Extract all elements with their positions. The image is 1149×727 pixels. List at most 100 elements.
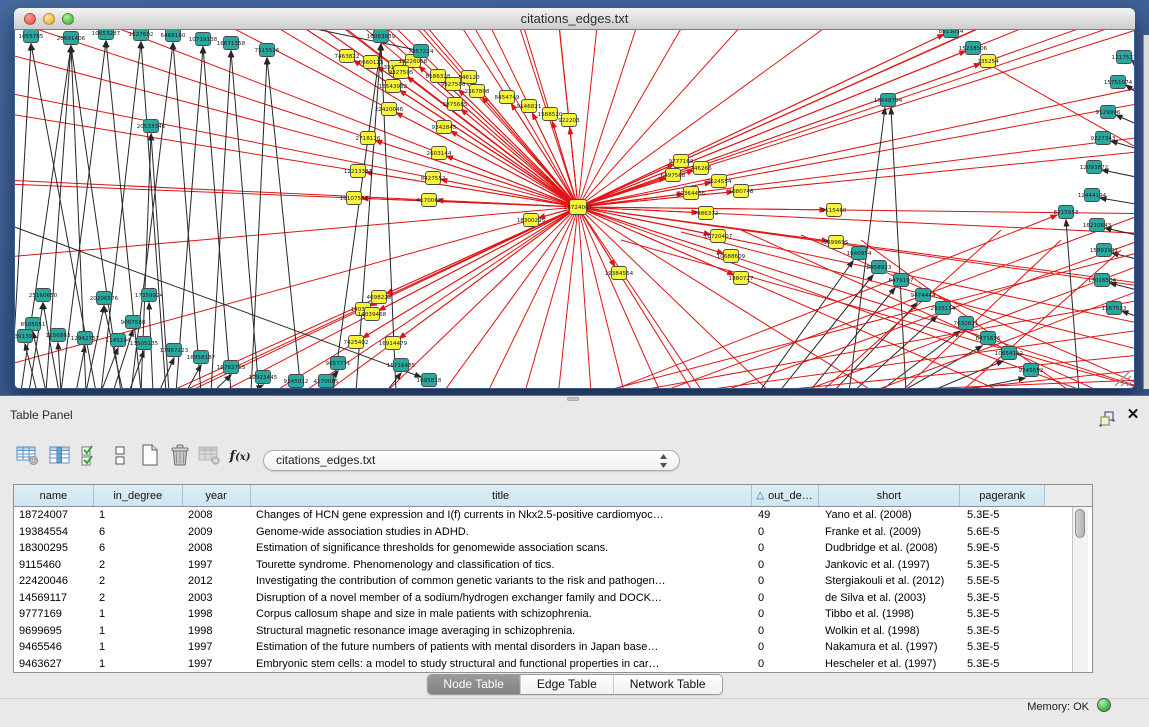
table-cell[interactable]: 2: [94, 590, 183, 607]
graph-edge[interactable]: [15, 30, 578, 207]
graph-edge[interactable]: [15, 172, 578, 207]
graph-edge[interactable]: [211, 51, 231, 388]
table-row[interactable]: 946554611997Estimation of the future num…: [14, 639, 1092, 656]
table-cell[interactable]: 9465546: [14, 639, 94, 656]
table-cell[interactable]: 5.3E-5: [962, 507, 1047, 524]
table-row[interactable]: 1456911722003Disruption of a novel membe…: [14, 590, 1092, 607]
table-row[interactable]: 1872400712008Changes of HCN gene express…: [14, 507, 1092, 524]
window-titlebar[interactable]: citations_edges.txt: [14, 8, 1135, 30]
table-cell[interactable]: Wolkin et al. (1998): [820, 623, 962, 640]
graph-edge[interactable]: [1066, 220, 1079, 388]
tab-node-table[interactable]: Node Table: [427, 675, 521, 694]
table-cell[interactable]: 0: [753, 623, 820, 640]
table-cell[interactable]: 1: [94, 507, 183, 524]
table-cell[interactable]: 5.9E-5: [962, 540, 1047, 557]
graph-edge[interactable]: [442, 207, 578, 388]
graph-edge[interactable]: [871, 290, 1134, 388]
graph-edge[interactable]: [15, 30, 578, 207]
graph-edge[interactable]: [578, 51, 966, 207]
graph-edge[interactable]: [399, 207, 578, 338]
graph-edge[interactable]: [578, 119, 1134, 207]
table-cell[interactable]: 0: [753, 573, 820, 590]
table-cell[interactable]: Genome-wide association studies in ADHD.: [251, 524, 753, 541]
table-row[interactable]: 2242004622012Investigating the contribut…: [14, 573, 1092, 590]
graph-edge[interactable]: [1111, 141, 1134, 150]
graph-edge[interactable]: [578, 207, 892, 388]
column-header-name[interactable]: name: [14, 485, 94, 506]
table-cell[interactable]: Investigating the contribution of common…: [251, 573, 753, 590]
graph-edge[interactable]: [578, 34, 944, 207]
graph-edge[interactable]: [901, 346, 982, 388]
table-cell[interactable]: 5.3E-5: [962, 557, 1047, 574]
table-cell[interactable]: 22420046: [14, 573, 94, 590]
graph-edge[interactable]: [15, 30, 578, 207]
graph-edge[interactable]: [251, 385, 263, 388]
table-cell[interactable]: Changes of HCN gene expression and I(f) …: [251, 507, 753, 524]
table-cell[interactable]: 18724007: [14, 507, 94, 524]
table-cell[interactable]: Yano et al. (2008): [820, 507, 962, 524]
table-cell[interactable]: 1: [94, 656, 183, 673]
graph-edge[interactable]: [15, 30, 578, 207]
table-cell[interactable]: 1997: [183, 656, 251, 673]
graph-edge[interactable]: [578, 207, 710, 234]
table-cell[interactable]: 5.3E-5: [962, 606, 1047, 623]
graph-edge[interactable]: [1102, 170, 1134, 178]
graph-edge[interactable]: [15, 30, 578, 207]
graph-edge[interactable]: [15, 30, 578, 207]
graph-edge[interactable]: [76, 346, 85, 388]
table-row[interactable]: 977716911998Corpus callosum shape and si…: [14, 606, 1092, 623]
table-cell[interactable]: 1: [94, 639, 183, 656]
table-cell[interactable]: 5.6E-5: [962, 524, 1047, 541]
graph-edge[interactable]: [33, 332, 46, 388]
table-cell[interactable]: 6: [94, 524, 183, 541]
table-cell[interactable]: 14569117: [14, 590, 94, 607]
graph-edge[interactable]: [1116, 115, 1134, 126]
graph-edge[interactable]: [379, 207, 578, 310]
table-cell[interactable]: 9463627: [14, 656, 94, 673]
table-cell[interactable]: 9777169: [14, 606, 94, 623]
table-cell[interactable]: 0: [753, 656, 820, 673]
table-cell[interactable]: Tourette syndrome. Phenomenology and cla…: [251, 557, 753, 574]
graph-edge[interactable]: [25, 30, 578, 207]
table-cell[interactable]: de Silva et al. (2003): [820, 590, 962, 607]
graph-edge[interactable]: [86, 306, 104, 388]
table-cell[interactable]: 1998: [183, 623, 251, 640]
table-cell[interactable]: 0: [753, 606, 820, 623]
table-row[interactable]: 969969511998Structural magnetic resonanc…: [14, 623, 1092, 640]
graph-edge[interactable]: [681, 232, 1134, 350]
graph-edge[interactable]: [15, 30, 578, 207]
table-cell[interactable]: 5.5E-5: [962, 573, 1047, 590]
graph-edge[interactable]: [15, 30, 578, 207]
table-cell[interactable]: 9699695: [14, 623, 94, 640]
table-cell[interactable]: 5.3E-5: [962, 656, 1047, 673]
table-cell[interactable]: Estimation of the future numbers of pati…: [251, 639, 753, 656]
graph-edge[interactable]: [407, 77, 578, 207]
graph-edge[interactable]: [15, 30, 578, 207]
table-cell[interactable]: 5.3E-5: [962, 639, 1047, 656]
graph-edge[interactable]: [203, 47, 231, 388]
graph-edge[interactable]: [861, 240, 1071, 388]
table-cell[interactable]: Estimation of significance thresholds fo…: [251, 540, 753, 557]
graph-edge[interactable]: [43, 303, 59, 388]
table-cell[interactable]: Dudbridge et al. (2008): [820, 540, 962, 557]
graph-edge[interactable]: [891, 108, 906, 388]
graph-edge[interactable]: [578, 30, 714, 207]
row-selector-icon[interactable]: [106, 442, 134, 470]
graph-edge[interactable]: [15, 30, 578, 207]
table-cell[interactable]: 2: [94, 573, 183, 590]
graph-edge[interactable]: [578, 64, 980, 207]
graph-edge[interactable]: [15, 30, 578, 207]
graph-edge[interactable]: [1122, 311, 1134, 318]
table-cell[interactable]: 0: [753, 540, 820, 557]
delete-table-icon[interactable]: [196, 442, 224, 470]
graph-edge[interactable]: [173, 43, 201, 388]
table-cell[interactable]: 5.3E-5: [962, 590, 1047, 607]
column-header-out_de[interactable]: △out_de…: [752, 485, 819, 506]
graph-edge[interactable]: [1132, 60, 1134, 70]
table-cell[interactable]: Structural magnetic resonance image aver…: [251, 623, 753, 640]
table-settings-icon[interactable]: [14, 442, 42, 470]
table-cell[interactable]: Disruption of a novel member of a sodium…: [251, 590, 753, 607]
table-cell[interactable]: 1: [94, 623, 183, 640]
column-header-in_degree[interactable]: in_degree: [94, 485, 183, 506]
column-header-pagerank[interactable]: pagerank: [960, 485, 1045, 506]
